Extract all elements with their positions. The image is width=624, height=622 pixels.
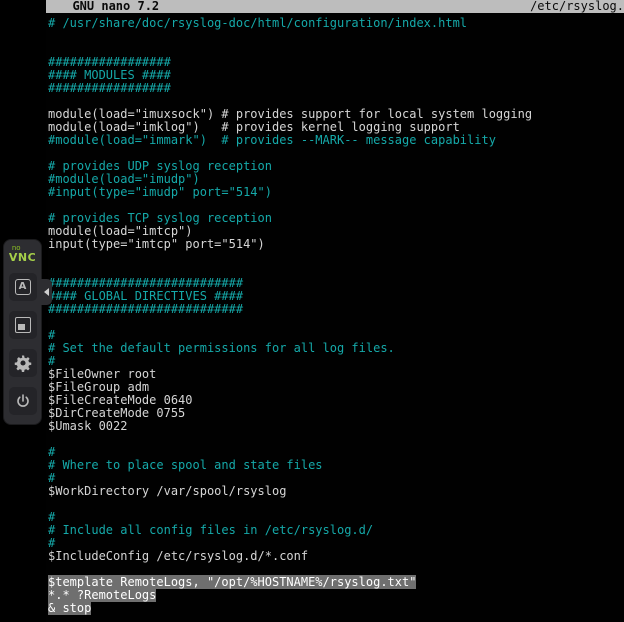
terminal-line: & stop xyxy=(48,602,624,615)
extra-keys-button[interactable]: A xyxy=(9,273,37,301)
fullscreen-button[interactable] xyxy=(9,311,37,339)
terminal-line xyxy=(48,316,624,329)
keyboard-a-icon: A xyxy=(15,279,31,295)
nano-app-title: GNU nano 7.2 xyxy=(58,0,159,13)
terminal-line: # Where to place spool and state files xyxy=(48,459,624,472)
power-icon xyxy=(15,393,31,409)
power-button[interactable] xyxy=(9,387,37,415)
terminal-line: input(type="imtcp" port="514") xyxy=(48,238,624,251)
terminal-line xyxy=(48,433,624,446)
settings-button[interactable] xyxy=(9,349,37,377)
nano-titlebar: GNU nano 7.2 /etc/rsyslog. xyxy=(46,0,624,13)
terminal-line: # Set the default permissions for all lo… xyxy=(48,342,624,355)
novnc-control-bar: no VNC A xyxy=(3,239,42,425)
terminal-line: *.* ?RemoteLogs xyxy=(48,589,624,602)
terminal-line: $IncludeConfig /etc/rsyslog.d/*.conf xyxy=(48,550,624,563)
terminal-line: ########################### xyxy=(48,303,624,316)
chevron-left-icon xyxy=(44,288,49,296)
gear-icon xyxy=(14,354,32,372)
novnc-logo: no VNC xyxy=(9,245,36,263)
panel-collapse-handle[interactable] xyxy=(41,279,52,305)
terminal-line: #input(type="imudp" port="514") xyxy=(48,186,624,199)
terminal-line xyxy=(48,251,624,264)
terminal-line: $DirCreateMode 0755 xyxy=(48,407,624,420)
novnc-logo-vnc: VNC xyxy=(9,252,36,263)
terminal-line: #module(load="immark") # provides --MARK… xyxy=(48,134,624,147)
screen: { "titlebar": { "app": " GNU nano 7.2", … xyxy=(0,0,624,622)
terminal-line: ################# xyxy=(48,82,624,95)
terminal-line: # /usr/share/doc/rsyslog-doc/html/config… xyxy=(48,17,624,30)
terminal-body[interactable]: # /usr/share/doc/rsyslog-doc/html/config… xyxy=(46,13,624,615)
terminal-line: $WorkDirectory /var/spool/rsyslog xyxy=(48,485,624,498)
fullscreen-icon xyxy=(15,317,31,333)
terminal-line: # Include all config files in /etc/rsysl… xyxy=(48,524,624,537)
terminal-window[interactable]: GNU nano 7.2 /etc/rsyslog. # /usr/share/… xyxy=(46,0,624,622)
terminal-line xyxy=(48,30,624,43)
terminal-line: $Umask 0022 xyxy=(48,420,624,433)
nano-filename: /etc/rsyslog. xyxy=(530,0,624,13)
terminal-line xyxy=(48,498,624,511)
